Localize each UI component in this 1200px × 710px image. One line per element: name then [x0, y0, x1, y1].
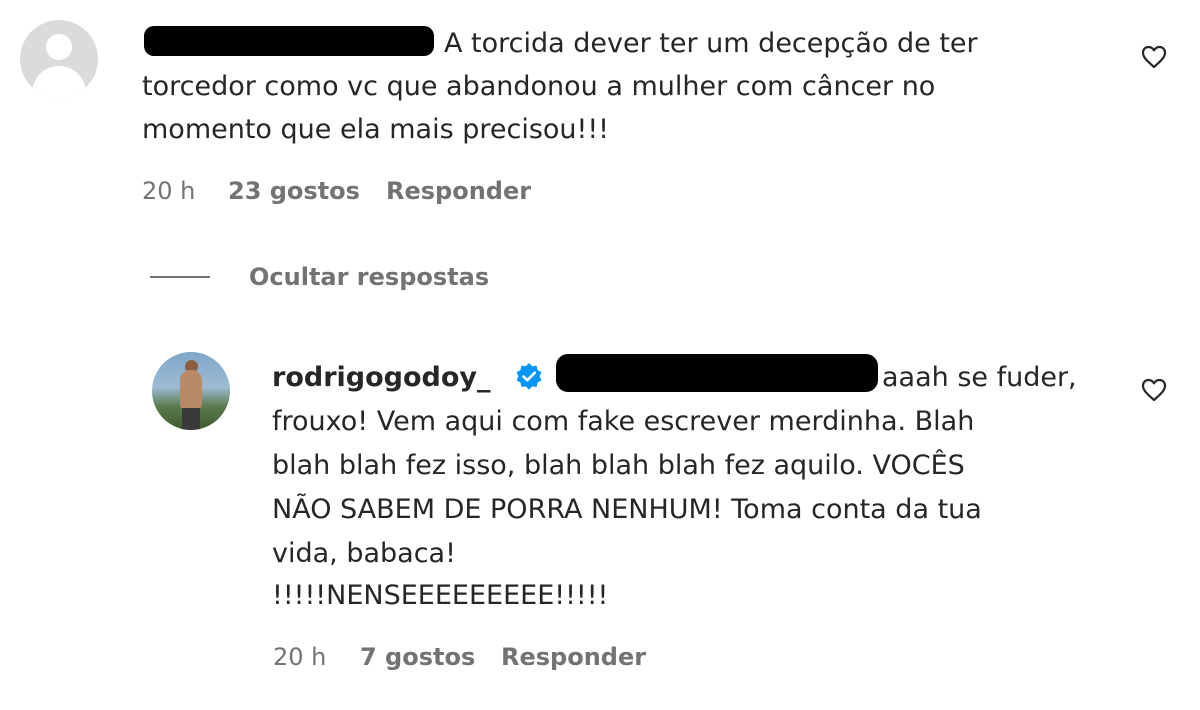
replies-divider [150, 276, 210, 278]
comment-text-line: aaah se fuder, [882, 362, 1077, 393]
reply-button[interactable]: Responder [501, 642, 646, 672]
heart-outline-icon[interactable] [1141, 45, 1167, 69]
comment-text-line: vida, babaca! [272, 538, 456, 569]
comment-text-line: blah blah fez isso, blah blah blah fez a… [272, 450, 965, 481]
comment-text-line: NÃO SABEM DE PORRA NENHUM! Toma conta da… [272, 494, 982, 525]
heart-outline-icon[interactable] [1141, 378, 1167, 402]
like-count[interactable]: 7 gostos [360, 642, 475, 672]
avatar-head-shape [46, 34, 72, 60]
reply-button[interactable]: Responder [386, 176, 531, 206]
default-avatar[interactable] [20, 20, 98, 98]
comment-timestamp: 20 h [142, 177, 196, 205]
comment-text-line: torcedor como vc que abandonou a mulher … [142, 71, 936, 102]
avatar-photo-torso [180, 370, 202, 410]
comment-text-line: frouxo! Vem aqui com fake escrever merdi… [272, 406, 975, 437]
redacted-username [144, 26, 434, 56]
comment-timestamp: 20 h [273, 643, 327, 671]
redacted-mention [556, 354, 878, 392]
comment-text-line: A torcida dever ter um decepção de ter [444, 28, 978, 59]
verified-badge-icon [516, 363, 542, 390]
avatar-body-shape [32, 66, 86, 98]
hide-replies-button[interactable]: Ocultar respostas [249, 262, 489, 292]
username-link[interactable]: rodrigogodoy_ [272, 356, 491, 399]
like-count[interactable]: 23 gostos [228, 176, 360, 206]
avatar-photo-legs [182, 408, 200, 430]
comment-text-line: momento que ela mais precisou!!! [142, 114, 609, 145]
comment-text-line: !!!!!NENSEEEEEEEEE!!!!! [272, 580, 609, 611]
profile-avatar[interactable] [152, 352, 230, 430]
